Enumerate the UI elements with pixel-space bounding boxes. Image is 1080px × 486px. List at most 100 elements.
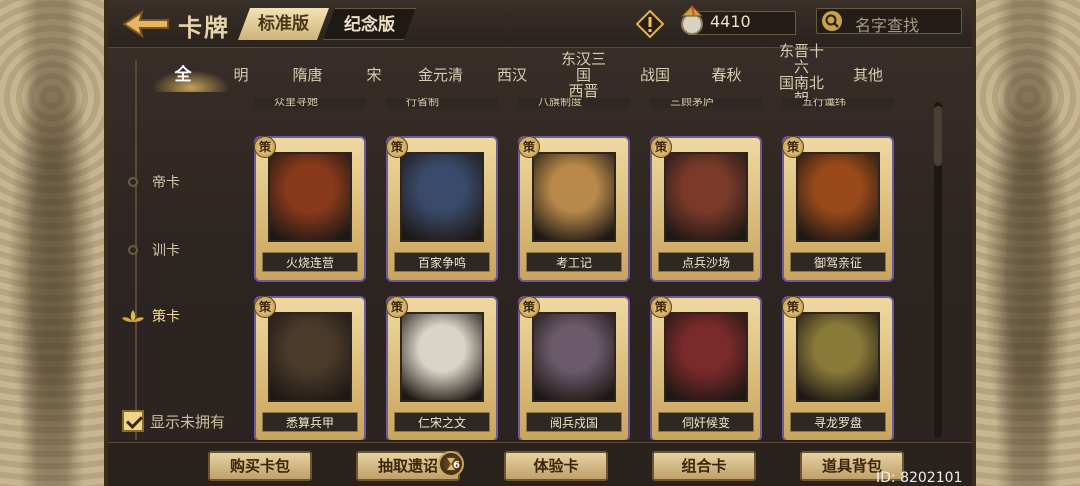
combo-card-button[interactable]: 组合卡 [652,451,756,481]
era-tab-wrap: 明 [212,67,270,83]
show-unowned-label: 显示未拥有 [150,412,226,431]
draw-edict-button[interactable]: 抽取遗诏 6 [356,451,464,481]
strategy-card[interactable]: 策悉算兵甲 [254,296,366,440]
strategy-card[interactable]: 策考工记 [518,136,630,282]
strategy-badge-icon: 策 [518,296,540,318]
era-tab-wrap: 全 [154,67,212,84]
strategy-card[interactable]: 策仁宋之文 [386,296,498,440]
strategy-card[interactable]: 策百家争鸣 [386,136,498,282]
tab-commemorative-edition[interactable]: 纪念版 [323,8,416,40]
era-tab-line: 西晋 [568,82,599,100]
strategy-badge-icon: 策 [782,136,804,158]
category-label: 策卡 [152,309,180,325]
card-art [664,312,748,402]
strategy-card[interactable]: 策点兵沙场 [650,136,762,282]
era-tab-line: 东汉三国 [560,50,606,84]
partial-card[interactable]: 众里寻她 [254,98,366,108]
card-grid: 众里寻她 行省制 八旗制度 三顾茅庐 五行谶纬策火烧连营策百家争鸣策考工记策点兵沙场策御… [254,98,914,440]
rail-dot [128,177,138,187]
rail-dot [128,245,138,255]
strategy-badge-icon: 策 [254,136,276,158]
card-art [664,152,748,242]
era-tab-wrap: 东汉三国 西晋 [546,51,621,99]
back-button[interactable] [120,8,172,40]
era-tab-wrap: 春秋 [689,67,764,83]
category-strategy-card[interactable]: 策卡 [122,306,180,326]
strategy-badge-icon: 策 [518,136,540,158]
era-tab-all[interactable]: 全 [154,67,212,84]
era-tab-suitang[interactable]: 隋唐 [279,67,337,83]
era-tab-wrap: 其他 [839,67,897,83]
partial-card-name: 众里寻她 [274,98,318,108]
buy-card-pack-button[interactable]: 购买卡包 [208,451,312,481]
card-name: 寻龙罗盘 [790,412,886,432]
scrollbar-thumb[interactable] [934,106,942,166]
warning-icon[interactable] [635,9,665,39]
card-name: 仁宋之文 [394,412,490,432]
era-tab-song[interactable]: 宋 [345,67,403,83]
card-panel: 卡牌 标准版 纪念版 4410 名字查找 全 明 隋唐 宋 金元清 西汉 东汉三… [108,0,972,486]
lotus-icon [122,310,144,322]
card-name: 阅兵戍国 [526,412,622,432]
partial-card-name: 三顾茅庐 [670,98,714,108]
search-placeholder: 名字查找 [855,16,920,35]
show-unowned-toggle[interactable]: 显示未拥有 [122,410,225,432]
strategy-badge-icon: 策 [782,296,804,318]
edition-tabs: 标准版 纪念版 [238,8,416,40]
tab-standard-edition[interactable]: 标准版 [238,8,329,40]
card-art [532,312,616,402]
currency-value: 4410 [710,12,751,31]
era-tab-line: 东晋十六 [778,42,824,76]
card-name: 悉算兵甲 [262,412,358,432]
strategy-card[interactable]: 策火烧连营 [254,136,366,282]
card-art [268,312,352,402]
right-decorative-panel [972,0,1080,486]
back-arrow-icon [122,9,169,39]
card-name: 考工记 [526,252,622,272]
era-tab-wrap: 西汉 [478,67,546,83]
category-label: 帝卡 [152,175,180,191]
card-art [796,312,880,402]
era-tab-chunqiu[interactable]: 春秋 [698,67,756,83]
card-name: 火烧连营 [262,252,358,272]
strategy-badge-icon: 策 [254,296,276,318]
left-decorative-panel [0,0,108,486]
category-training-card[interactable]: 训卡 [128,240,180,260]
era-tab-wrap: 金元清 [403,67,478,83]
card-art [796,152,880,242]
page-title: 卡牌 [178,14,230,42]
player-id: ID: 8202101 [876,470,963,486]
card-name: 百家争鸣 [394,252,490,272]
partial-card[interactable]: 三顾茅庐 [650,98,762,108]
category-emperor-card[interactable]: 帝卡 [128,172,180,192]
strategy-card[interactable]: 策阅兵戍国 [518,296,630,440]
card-art [268,152,352,242]
trial-card-button[interactable]: 体验卡 [504,451,608,481]
draw-edict-label: 抽取遗诏 [377,457,438,475]
search-input[interactable]: 名字查找 [816,8,962,35]
strategy-card[interactable]: 策伺奸候变 [650,296,762,440]
card-art [400,152,484,242]
era-tabs: 全 明 隋唐 宋 金元清 西汉 东汉三国 西晋 战国 春秋 东晋十六 国南北朝 … [108,43,972,107]
era-tab-xihan[interactable]: 西汉 [483,67,541,83]
card-art [532,152,616,242]
era-tab-donghan-sanguo-xijin[interactable]: 东汉三国 西晋 [555,51,613,99]
scrollbar[interactable] [934,102,942,438]
bottom-bar: 购买卡包 抽取遗诏 6 体验卡 组合卡 道具背包 [108,442,972,486]
partial-card[interactable]: 行省制 [386,98,498,108]
era-tab-wrap: 战国 [621,67,689,83]
era-tab-zhanguo[interactable]: 战国 [626,67,684,83]
era-tab-ming[interactable]: 明 [212,67,270,83]
partial-card-name: 五行谶纬 [802,98,846,108]
strategy-badge-icon: 策 [650,296,672,318]
show-unowned-checkbox[interactable] [122,410,144,432]
strategy-badge-icon: 策 [386,296,408,318]
partial-card[interactable]: 八旗制度 [518,98,630,108]
strategy-card[interactable]: 策寻龙罗盘 [782,296,894,440]
strategy-card[interactable]: 策御驾亲征 [782,136,894,282]
era-tab-jinyuanqing[interactable]: 金元清 [412,67,470,83]
card-name: 点兵沙场 [658,252,754,272]
partial-card-name: 八旗制度 [538,98,582,108]
era-tab-other[interactable]: 其他 [839,67,897,83]
partial-card[interactable]: 五行谶纬 [782,98,894,108]
